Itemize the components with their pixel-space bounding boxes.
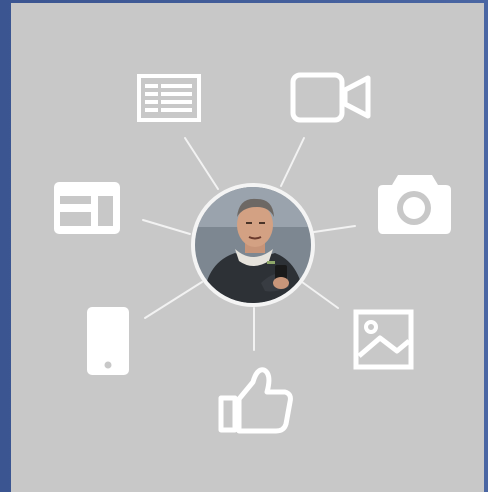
article-icon[interactable] [137,74,201,122]
thumbs-up-icon[interactable] [218,367,293,434]
connector-video [280,137,305,187]
layout-icon[interactable] [54,182,120,234]
connector-article [184,137,219,190]
user-photo-avatar[interactable] [191,183,315,307]
video-camera-icon[interactable] [290,72,371,123]
image-icon[interactable] [353,309,414,370]
avatar-photo [195,187,311,303]
mobile-phone-icon[interactable] [87,307,129,375]
connector-photo [313,225,356,233]
connector-image [301,281,339,309]
camera-icon[interactable] [378,175,451,234]
connector-mobile [144,281,203,319]
connector-layout [142,219,191,235]
app-frame [0,0,488,492]
